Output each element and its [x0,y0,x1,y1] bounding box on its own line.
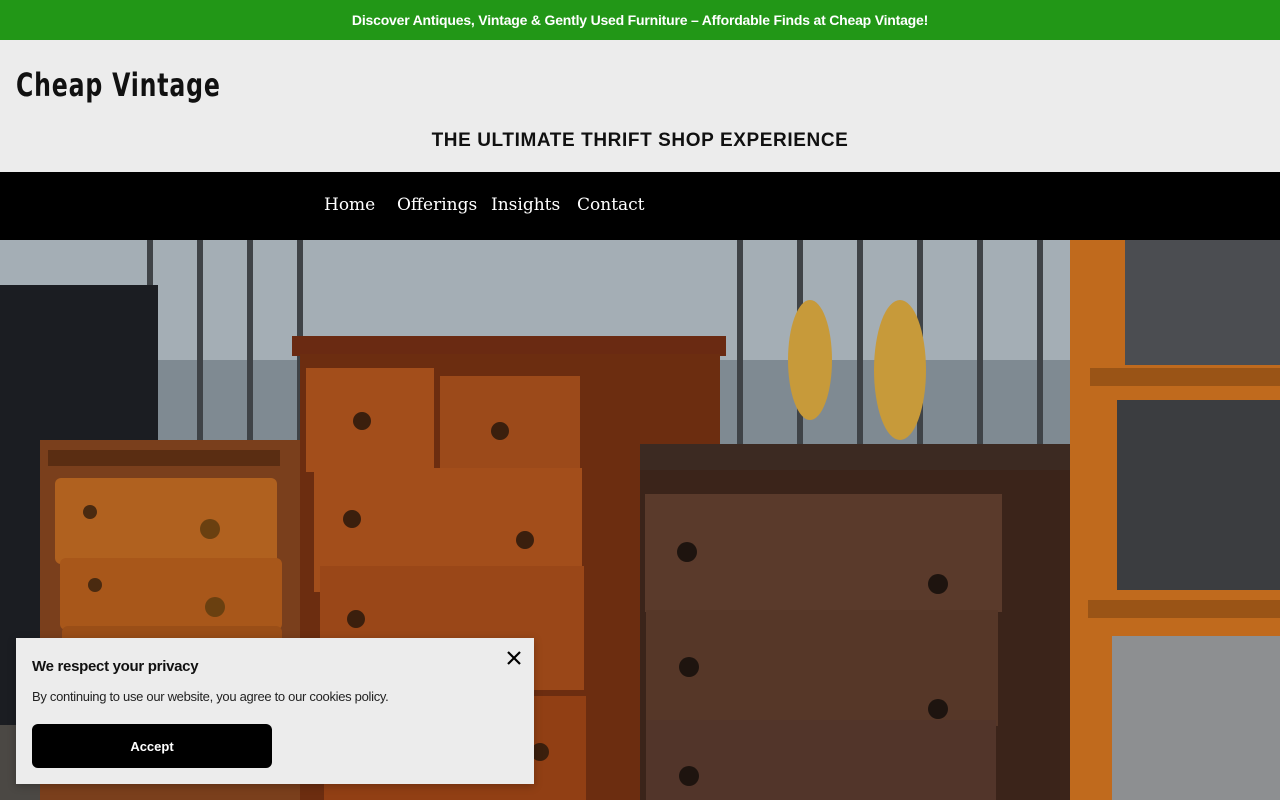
announcement-text: Discover Antiques, Vintage & Gently Used… [351,12,929,28]
cookie-title: We respect your privacy [32,658,199,675]
nav-item-home[interactable]: Home [324,195,375,215]
main-nav: Home Offerings Insights Contact [0,172,1280,240]
accept-button[interactable]: Accept [32,724,272,768]
cookie-banner: We respect your privacy By continuing to… [16,638,534,784]
site-title[interactable]: Cheap Vintage [16,66,221,104]
announcement-bar: Discover Antiques, Vintage & Gently Used… [0,0,1280,40]
nav-item-offerings[interactable]: Offerings [397,195,477,215]
site-header: Cheap Vintage THE ULTIMATE THRIFT SHOP E… [0,40,1280,172]
close-icon[interactable] [504,648,524,668]
site-tagline: THE ULTIMATE THRIFT SHOP EXPERIENCE [431,130,849,151]
cookie-text: By continuing to use our website, you ag… [32,689,389,704]
nav-item-contact[interactable]: Contact [577,195,645,215]
nav-item-insights[interactable]: Insights [491,195,560,215]
